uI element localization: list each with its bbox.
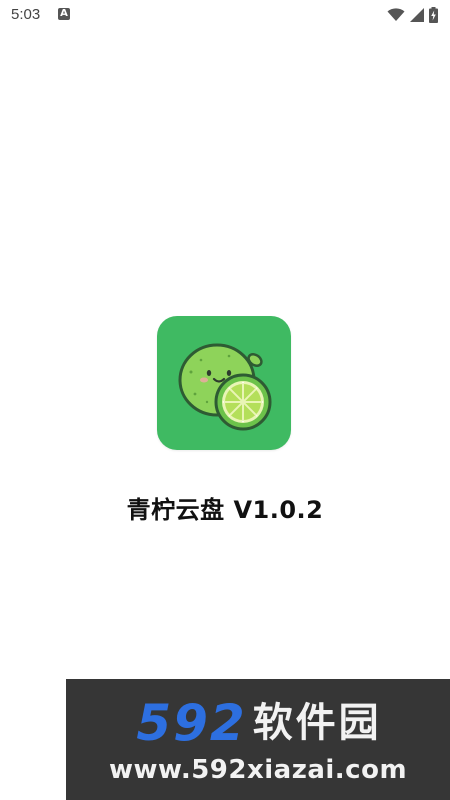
wifi-icon [387,8,405,22]
app-name: 青柠云盘 V1.0.2 [126,496,324,524]
watermark-brand-number: 592 [136,694,247,752]
status-bar: 5:03 A [0,0,450,30]
lime-logo-icon [178,343,272,431]
watermark-banner: 592 软件园 www.592xiazai.com [66,679,450,800]
cell-signal-icon [410,8,424,22]
watermark-brand-text: 软件园 [252,700,382,746]
app-icon [157,316,291,450]
watermark-url: www.592xiazai.com [108,755,408,785]
status-time: 5:03 [11,6,41,23]
a-icon: A [58,8,70,20]
watermark-brand: 592 软件园 [74,697,444,749]
battery-charging-icon [429,7,438,23]
status-icons [387,6,438,24]
